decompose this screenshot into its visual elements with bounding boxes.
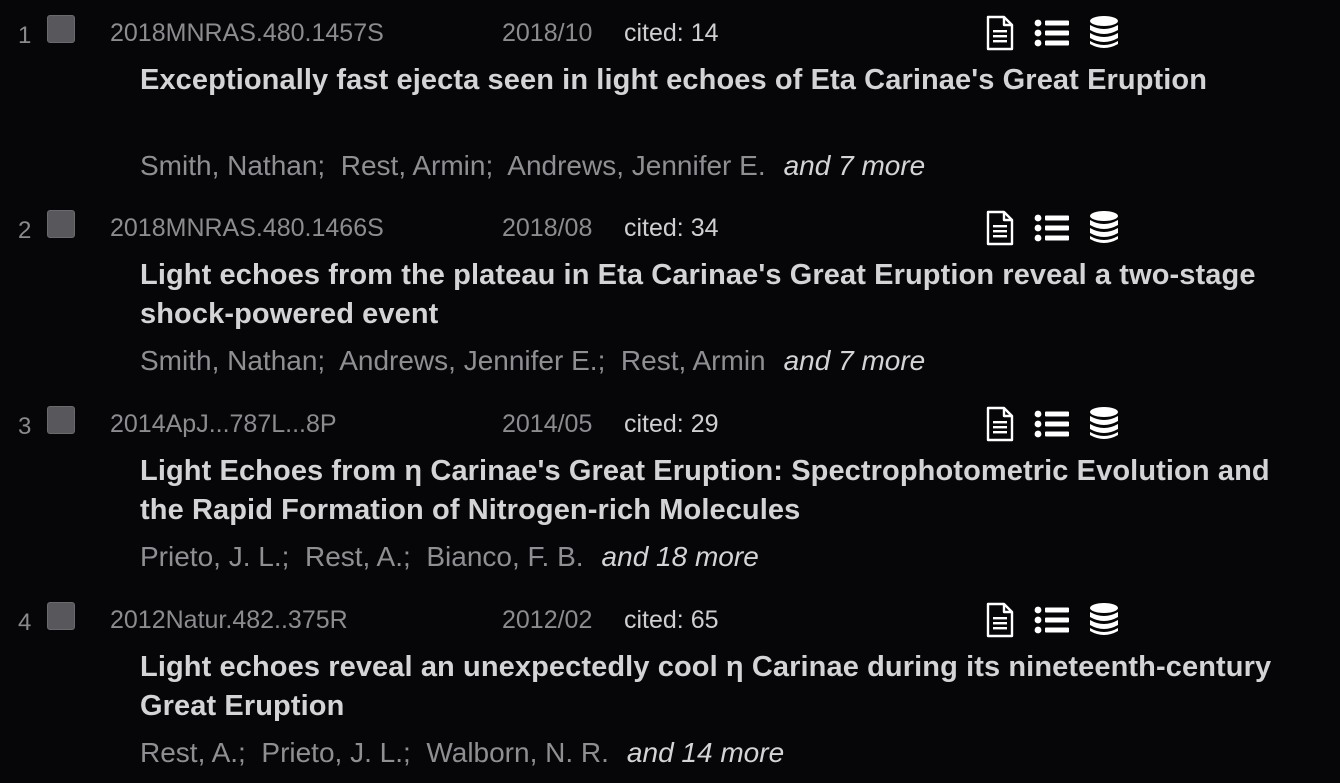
author-list: Prieto, J. L.; Rest, A.; Bianco, F. B. an… <box>140 541 759 573</box>
data-products-icon[interactable] <box>1088 210 1120 246</box>
result-index: 1 <box>18 22 32 49</box>
data-products-icon[interactable] <box>1088 406 1120 442</box>
data-products-icon[interactable] <box>1088 15 1120 51</box>
publication-date: 2014/05 <box>502 410 593 438</box>
publication-date: 2018/08 <box>502 214 593 242</box>
citation-count: cited: 34 <box>624 214 719 242</box>
result-title[interactable]: Light Echoes from η Carinae's Great Erup… <box>140 452 1310 530</box>
author-link[interactable]: Walborn, N. R. <box>426 737 609 768</box>
more-authors-link[interactable]: and 14 more <box>627 737 784 768</box>
citation-count: cited: 14 <box>624 19 719 47</box>
references-list-icon[interactable] <box>1034 409 1070 439</box>
result-item: 4 2012Natur.482..375R 2012/02 cited: 65 … <box>0 587 1340 783</box>
author-list: Smith, Nathan; Rest, Armin; Andrews, Jen… <box>140 150 925 182</box>
author-link[interactable]: Andrews, Jennifer E. <box>507 150 765 181</box>
author-link[interactable]: Smith, Nathan; <box>140 150 325 181</box>
result-item: 1 2018MNRAS.480.1457S 2018/10 cited: 14 … <box>0 0 1340 196</box>
full-text-sources-icon[interactable] <box>984 15 1016 51</box>
full-text-sources-icon[interactable] <box>984 602 1016 638</box>
more-authors-link[interactable]: and 18 more <box>602 541 759 572</box>
select-checkbox[interactable] <box>47 15 75 43</box>
select-checkbox[interactable] <box>47 406 75 434</box>
full-text-sources-icon[interactable] <box>984 406 1016 442</box>
bibcode: 2012Natur.482..375R <box>110 606 348 634</box>
select-checkbox[interactable] <box>47 602 75 630</box>
result-item: 2 2018MNRAS.480.1466S 2018/08 cited: 34 … <box>0 195 1340 391</box>
author-link[interactable]: Rest, A.; <box>305 541 411 572</box>
full-text-sources-icon[interactable] <box>984 210 1016 246</box>
publication-date: 2018/10 <box>502 19 593 47</box>
citation-count: cited: 65 <box>624 606 719 634</box>
author-list: Smith, Nathan; Andrews, Jennifer E.; Res… <box>140 345 925 377</box>
references-list-icon[interactable] <box>1034 605 1070 635</box>
bibcode: 2014ApJ...787L...8P <box>110 410 337 438</box>
author-list: Rest, A.; Prieto, J. L.; Walborn, N. R. a… <box>140 737 784 769</box>
resource-icons <box>984 209 1120 247</box>
resource-icons <box>984 601 1120 639</box>
references-list-icon[interactable] <box>1034 18 1070 48</box>
result-index: 3 <box>18 413 32 440</box>
author-link[interactable]: Rest, Armin; <box>341 150 493 181</box>
author-link[interactable]: Smith, Nathan; <box>140 345 325 376</box>
select-checkbox[interactable] <box>47 210 75 238</box>
bibcode: 2018MNRAS.480.1466S <box>110 214 384 242</box>
result-index: 2 <box>18 217 32 244</box>
publication-date: 2012/02 <box>502 606 593 634</box>
author-link[interactable]: Rest, Armin <box>621 345 766 376</box>
resource-icons <box>984 14 1120 52</box>
data-products-icon[interactable] <box>1088 602 1120 638</box>
result-title[interactable]: Light echoes reveal an unexpectedly cool… <box>140 648 1310 726</box>
more-authors-link[interactable]: and 7 more <box>784 345 926 376</box>
bibcode: 2018MNRAS.480.1457S <box>110 19 384 47</box>
result-item: 3 2014ApJ...787L...8P 2014/05 cited: 29 … <box>0 391 1340 587</box>
resource-icons <box>984 405 1120 443</box>
author-link[interactable]: Prieto, J. L.; <box>140 541 289 572</box>
references-list-icon[interactable] <box>1034 213 1070 243</box>
result-title[interactable]: Light echoes from the plateau in Eta Car… <box>140 256 1310 334</box>
author-link[interactable]: Bianco, F. B. <box>426 541 583 572</box>
author-link[interactable]: Andrews, Jennifer E.; <box>339 345 605 376</box>
author-link[interactable]: Rest, A.; <box>140 737 246 768</box>
more-authors-link[interactable]: and 7 more <box>784 150 926 181</box>
author-link[interactable]: Prieto, J. L.; <box>261 737 410 768</box>
citation-count: cited: 29 <box>624 410 719 438</box>
result-title[interactable]: Exceptionally fast ejecta seen in light … <box>140 61 1310 100</box>
result-index: 4 <box>18 609 32 636</box>
